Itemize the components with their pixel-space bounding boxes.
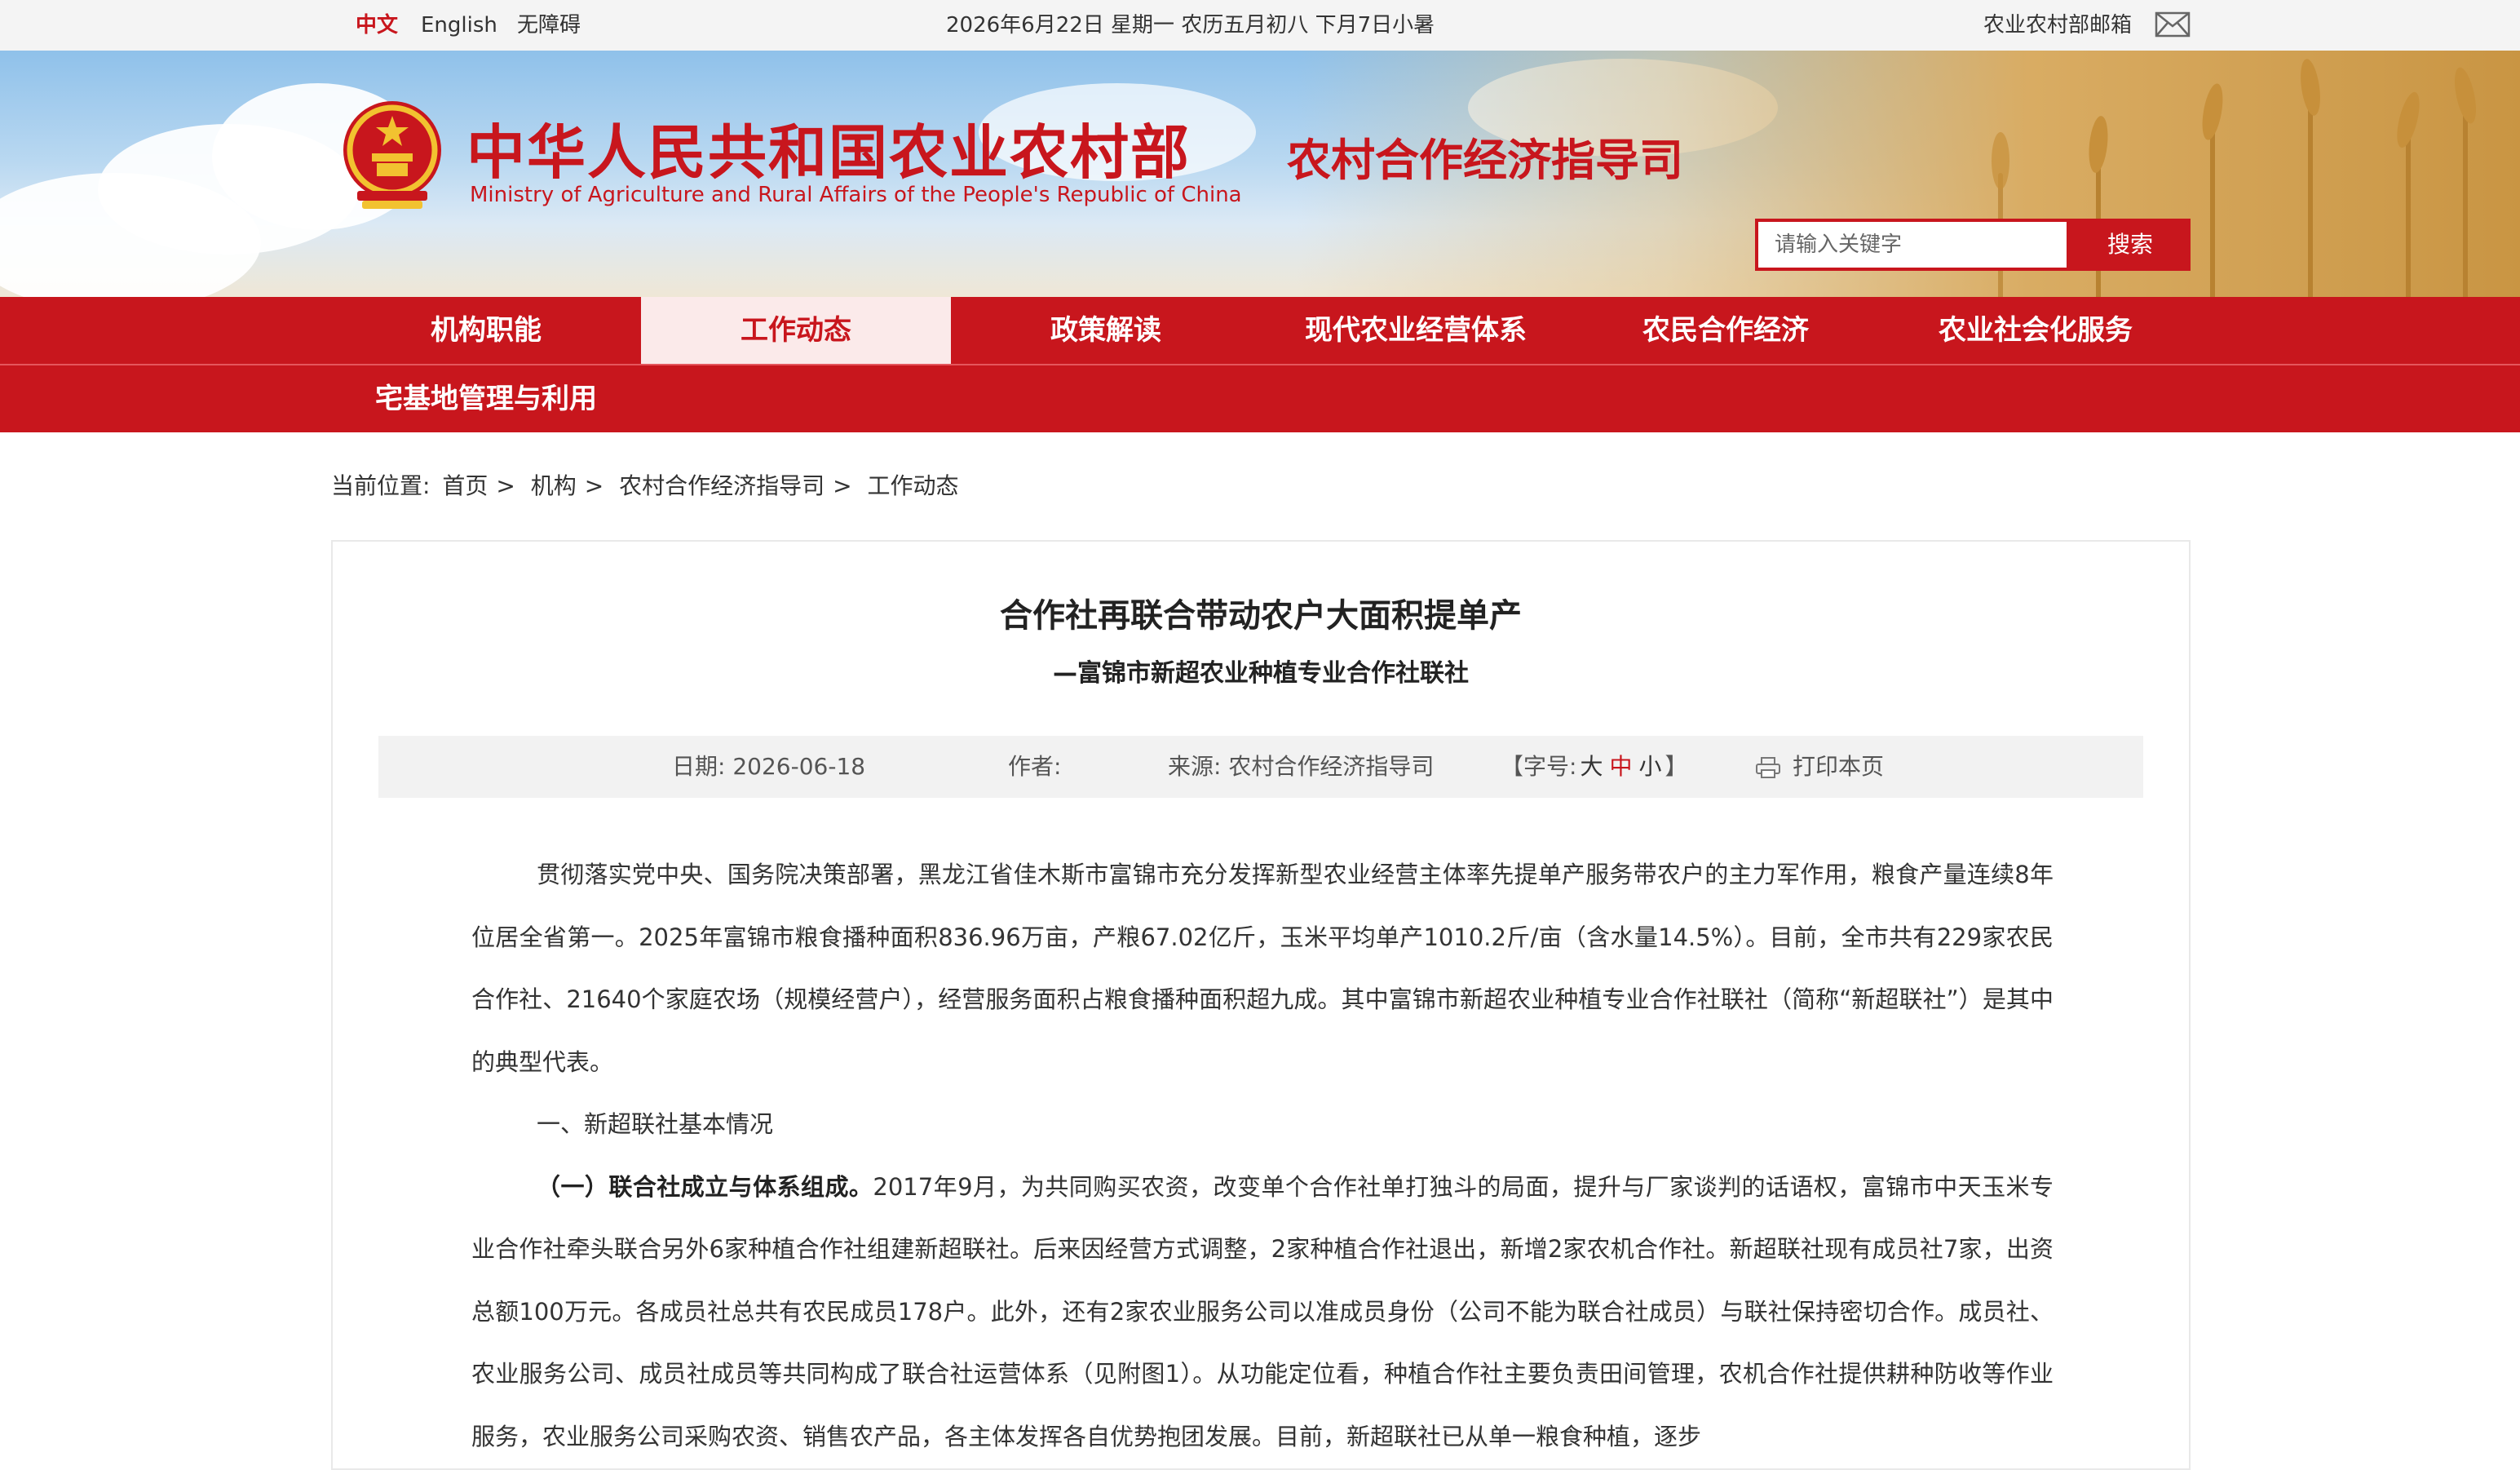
breadcrumb-separator: > — [833, 472, 852, 499]
accessibility-link[interactable]: 无障碍 — [517, 0, 581, 51]
article-body: 贯彻落实党中央、国务院决策部署，黑龙江省佳木斯市富锦市充分发挥新型农业经营主体率… — [471, 843, 2054, 1468]
font-size-switcher: 【字号: 大中小】 — [1501, 736, 1688, 798]
language-english-link[interactable]: English — [421, 0, 497, 51]
breadcrumb-prefix: 当前位置: — [331, 472, 431, 499]
breadcrumb: 当前位置: 首页 > 机构 > 农村合作经济指导司 > 工作动态 — [331, 468, 964, 501]
print-label: 打印本页 — [1793, 753, 1885, 780]
meta-source-label: 来源: — [1168, 753, 1222, 780]
font-size-suffix: 】 — [1665, 753, 1688, 780]
nav-item-work-news[interactable]: 工作动态 — [641, 297, 951, 364]
nav-item-homestead-management[interactable]: 宅基地管理与利用 — [331, 365, 641, 432]
search-input[interactable] — [1758, 222, 2067, 268]
language-chinese-link[interactable]: 中文 — [356, 0, 398, 51]
font-size-prefix: 【字号: — [1501, 753, 1577, 780]
article-title: 合作社再联合带动农户大面积提单产 — [1000, 597, 1522, 635]
meta-date-value: 2026-06-18 — [732, 753, 866, 780]
article-paragraph: 一、新超联社基本情况 — [537, 1110, 774, 1138]
breadcrumb-separator: > — [496, 472, 515, 499]
font-size-small[interactable]: 小 — [1638, 753, 1661, 780]
department-title: 农村合作经济指导司 — [1287, 134, 1683, 186]
article-paragraph: （一）联合社成立与体系组成。2017年9月，为共同购买农资，改变单个合作社单打独… — [471, 1172, 2054, 1450]
font-size-medium[interactable]: 中 — [1609, 753, 1632, 780]
nav-item-policy-interpretation[interactable]: 政策解读 — [951, 297, 1261, 364]
meta-author: 作者: — [1008, 736, 1061, 798]
article-paragraph: 贯彻落实党中央、国务院决策部署，黑龙江省佳木斯市富锦市充分发挥新型农业经营主体率… — [471, 861, 2054, 1076]
breadcrumb-separator: > — [584, 472, 604, 499]
meta-author-label: 作者: — [1008, 753, 1062, 780]
breadcrumb-item-home[interactable]: 首页 — [442, 472, 488, 499]
main-navigation: 机构职能 工作动态 政策解读 现代农业经营体系 农民合作经济 农业社会化服务 宅… — [0, 297, 2520, 432]
breadcrumb-item-work-news[interactable]: 工作动态 — [868, 472, 959, 499]
breadcrumb-item-institution[interactable]: 机构 — [531, 472, 577, 499]
envelope-icon[interactable] — [2155, 11, 2191, 38]
top-utility-bar: 中文 English 无障碍 2026年6月22日 星期一 农历五月初八 下月7… — [0, 0, 2520, 51]
site-title-english: Ministry of Agriculture and Rural Affair… — [470, 183, 1242, 207]
printer-icon — [1756, 757, 1780, 778]
nav-item-socialized-services[interactable]: 农业社会化服务 — [1881, 297, 2191, 364]
search-box — [1755, 219, 2070, 271]
meta-source-value: 农村合作经济指导司 — [1228, 753, 1435, 780]
nav-item-farmer-cooperatives[interactable]: 农民合作经济 — [1571, 297, 1881, 364]
site-title[interactable]: 中华人民共和国农业农村部 — [466, 104, 1191, 190]
ministry-mail-link[interactable]: 农业农村部邮箱 — [1983, 0, 2132, 51]
nav-item-modern-agriculture[interactable]: 现代农业经营体系 — [1261, 297, 1571, 364]
article-subtitle: —富锦市新超农业种植专业合作社联社 — [1053, 659, 1469, 688]
header-banner: 中华人民共和国农业农村部 Ministry of Agriculture and… — [0, 51, 2520, 297]
national-emblem — [343, 101, 441, 209]
font-size-large[interactable]: 大 — [1580, 753, 1603, 780]
meta-date-label: 日期: — [672, 753, 726, 780]
date-line: 2026年6月22日 星期一 农历五月初八 下月7日小暑 — [946, 13, 1435, 38]
meta-date: 日期: 2026-06-18 — [672, 736, 865, 798]
meta-source: 来源: 农村合作经济指导司 — [1168, 736, 1434, 798]
print-page-link[interactable]: 打印本页 — [1755, 736, 1884, 798]
nav-item-institution-functions[interactable]: 机构职能 — [331, 297, 641, 364]
article-panel: 合作社再联合带动农户大面积提单产 —富锦市新超农业种植专业合作社联社 日期: 2… — [331, 540, 2191, 1470]
breadcrumb-item-department[interactable]: 农村合作经济指导司 — [619, 472, 825, 499]
search-button[interactable]: 搜索 — [2070, 219, 2191, 271]
article-meta-bar: 日期: 2026-06-18 作者: 来源: 农村合作经济指导司 【字号: 大中小… — [378, 736, 2143, 798]
